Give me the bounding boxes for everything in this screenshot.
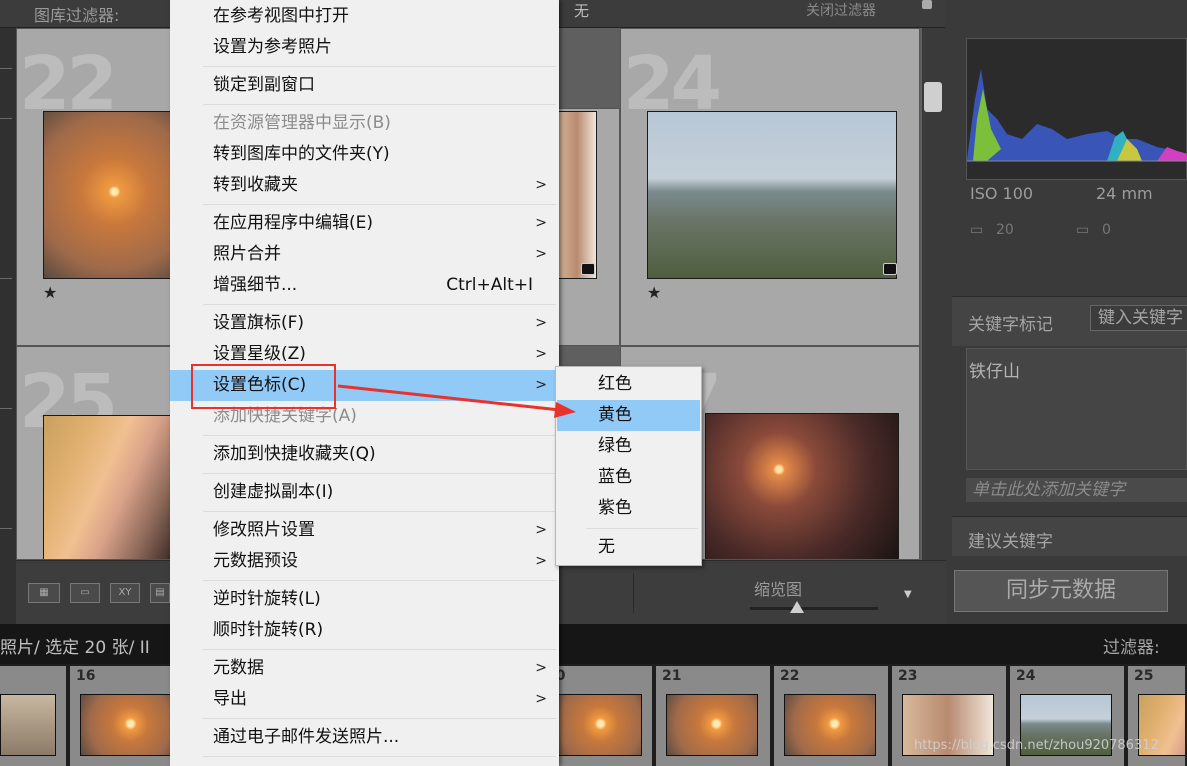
annotation-arrow-icon (337, 384, 576, 418)
